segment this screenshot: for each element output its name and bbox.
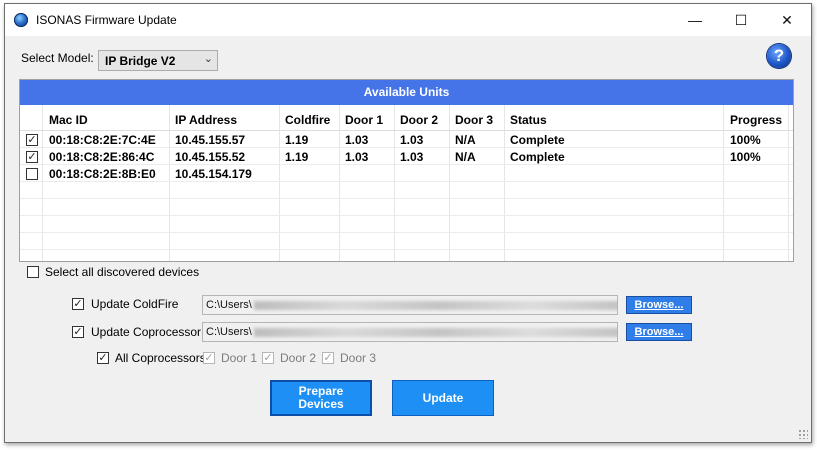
all-coprocessors-checkbox[interactable]: ✓ — [97, 352, 109, 364]
model-select-value: IP Bridge V2 — [105, 54, 176, 68]
update-button[interactable]: Update — [392, 380, 494, 416]
select-model-label: Select Model: — [21, 51, 94, 65]
row-checkbox[interactable]: ✓ — [26, 151, 38, 163]
column-header-ip-address[interactable]: IP Address — [175, 113, 237, 127]
door-1-checkbox[interactable]: ✓ — [203, 352, 215, 364]
cell-ip-address: 10.45.155.52 — [175, 150, 246, 164]
cell-door-1: 1.03 — [345, 133, 369, 147]
door-3-checkbox[interactable]: ✓ — [322, 352, 334, 364]
cell-mac-id: 00:18:C8:2E:8B:E0 — [49, 167, 156, 181]
column-header-progress[interactable]: Progress — [730, 113, 782, 127]
column-header-coldfire[interactable]: Coldfire — [285, 113, 330, 127]
cell-door-2: 1.03 — [400, 150, 424, 164]
cell-status: Complete — [510, 133, 565, 147]
help-icon[interactable]: ? — [767, 44, 791, 68]
cell-door-3: N/A — [455, 133, 476, 147]
title-bar: ISONAS Firmware Update — ☐ ✕ — [5, 4, 811, 36]
door-3-label: Door 3 — [340, 351, 377, 365]
model-select[interactable]: IP Bridge V2 ⌄ — [98, 50, 218, 71]
cell-door-2: 1.03 — [400, 133, 424, 147]
coprocessor-path-field[interactable]: C:\Users\ — [202, 322, 618, 342]
door-2-label: Door 2 — [280, 351, 317, 365]
coprocessor-path-text: C:\Users\ — [206, 326, 252, 338]
all-coprocessors-label: All Coprocessors — [115, 351, 206, 365]
coldfire-path-redacted — [253, 300, 617, 310]
column-header-status[interactable]: Status — [510, 113, 547, 127]
maximize-button[interactable]: ☐ — [718, 4, 764, 36]
cell-coldfire: 1.19 — [285, 150, 309, 164]
app-logo-icon — [14, 13, 28, 27]
update-coldfire-label: Update ColdFire — [91, 297, 179, 311]
select-all-label: Select all discovered devices — [45, 265, 200, 279]
available-units-table: Available Units Mac ID IP Address Coldfi… — [19, 79, 794, 262]
row-checkbox[interactable]: ✓ — [26, 134, 38, 146]
column-header-door-1[interactable]: Door 1 — [345, 113, 383, 127]
update-coprocessor-label: Update Coprocessor — [91, 325, 202, 339]
row-checkbox[interactable] — [26, 168, 38, 180]
update-coprocessor-checkbox[interactable]: ✓ — [72, 326, 84, 338]
cell-progress: 100% — [730, 133, 761, 147]
firmware-update-window: ISONAS Firmware Update — ☐ ✕ Select Mode… — [4, 3, 812, 443]
cell-ip-address: 10.45.155.57 — [175, 133, 246, 147]
door-2-checkbox[interactable]: ✓ — [262, 352, 274, 364]
coprocessor-path-redacted — [253, 327, 617, 337]
column-header-mac-id[interactable]: Mac ID — [49, 113, 88, 127]
column-header-door-2[interactable]: Door 2 — [400, 113, 438, 127]
cell-coldfire: 1.19 — [285, 133, 309, 147]
window-title: ISONAS Firmware Update — [36, 13, 177, 27]
cell-progress: 100% — [730, 150, 761, 164]
door-1-label: Door 1 — [221, 351, 258, 365]
cell-status: Complete — [510, 150, 565, 164]
minimize-button[interactable]: — — [672, 4, 718, 36]
resize-grip-icon[interactable] — [798, 429, 808, 439]
cell-door-3: N/A — [455, 150, 476, 164]
prepare-devices-label: Prepare Devices — [298, 384, 344, 411]
column-header-door-3[interactable]: Door 3 — [455, 113, 493, 127]
cell-mac-id: 00:18:C8:2E:86:4C — [49, 150, 155, 164]
chevron-down-icon: ⌄ — [203, 53, 213, 65]
coprocessor-browse-button[interactable]: Browse... — [626, 323, 692, 341]
table-title: Available Units — [20, 80, 793, 105]
cell-ip-address: 10.45.154.179 — [175, 167, 252, 181]
coldfire-path-field[interactable]: C:\Users\ — [202, 295, 618, 315]
prepare-devices-button[interactable]: Prepare Devices — [270, 380, 372, 416]
select-all-checkbox[interactable] — [27, 266, 39, 278]
coldfire-path-text: C:\Users\ — [206, 299, 252, 311]
cell-door-1: 1.03 — [345, 150, 369, 164]
update-coldfire-checkbox[interactable]: ✓ — [72, 298, 84, 310]
coldfire-browse-button[interactable]: Browse... — [626, 296, 692, 314]
cell-mac-id: 00:18:C8:2E:7C:4E — [49, 133, 156, 147]
close-button[interactable]: ✕ — [764, 4, 810, 36]
